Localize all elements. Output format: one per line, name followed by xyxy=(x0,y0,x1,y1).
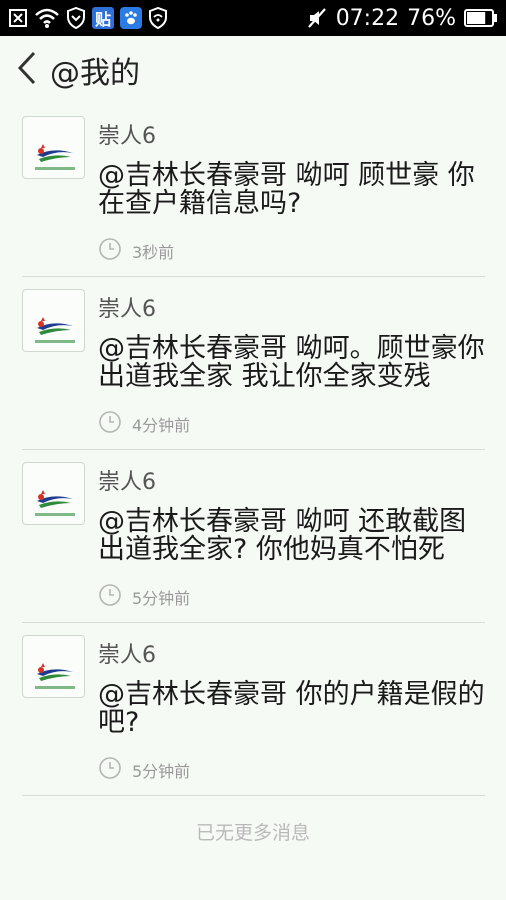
status-bar: 贴 07:22 76% xyxy=(0,0,506,36)
avatar[interactable] xyxy=(22,116,85,179)
tieba-app-icon: 贴 xyxy=(92,7,114,29)
tv-station-logo-icon xyxy=(35,663,75,689)
wifi-icon xyxy=(34,7,60,29)
message-text: @吉林长春豪哥 呦呵 还敢截图出道我全家? 你他妈真不怕死 xyxy=(98,506,467,565)
timestamp-text: 3秒前 xyxy=(132,243,175,262)
chevron-left-icon xyxy=(17,51,37,89)
message-text: @吉林长春豪哥 呦呵。顾世豪你出道我全家 我让你全家变残 xyxy=(98,333,485,392)
mute-icon xyxy=(306,7,328,29)
clock-text: 07:22 xyxy=(335,5,400,31)
title-bar: @我的 xyxy=(0,36,506,104)
mention-list: 崇人6 @吉林长春豪哥 呦呵 顾世豪 你在查户籍信息吗? 3秒前 崇人6 @吉林… xyxy=(22,104,485,796)
list-item[interactable]: 崇人6 @吉林长春豪哥 呦呵 顾世豪 你在查户籍信息吗? 3秒前 xyxy=(22,104,485,277)
clock-icon xyxy=(98,410,122,438)
back-button[interactable] xyxy=(4,36,50,104)
tv-station-logo-icon xyxy=(35,144,75,170)
timestamp-text: 5分钟前 xyxy=(132,762,191,781)
clock-icon xyxy=(98,237,122,265)
wifi-shield-icon xyxy=(148,7,168,29)
battery-percent: 76% xyxy=(407,5,456,31)
avatar[interactable] xyxy=(22,635,85,698)
message-text: @吉林长春豪哥 呦呵 顾世豪 你在查户籍信息吗? xyxy=(98,160,475,219)
username[interactable]: 崇人6 xyxy=(98,637,156,669)
timestamp-text: 5分钟前 xyxy=(132,589,191,608)
clock-icon xyxy=(98,583,122,611)
close-box-icon xyxy=(8,8,28,28)
shield-icon xyxy=(66,7,86,29)
avatar[interactable] xyxy=(22,289,85,352)
list-item[interactable]: 崇人6 @吉林长春豪哥 呦呵 还敢截图出道我全家? 你他妈真不怕死 5分钟前 xyxy=(22,450,485,623)
username[interactable]: 崇人6 xyxy=(98,464,156,496)
timestamp: 5分钟前 xyxy=(98,756,190,784)
battery-icon xyxy=(464,9,498,27)
timestamp: 4分钟前 xyxy=(98,410,190,438)
timestamp-text: 4分钟前 xyxy=(132,416,191,435)
username[interactable]: 崇人6 xyxy=(98,118,156,150)
no-more-messages: 已无更多消息 xyxy=(195,822,310,844)
baidu-paw-icon xyxy=(120,7,142,29)
avatar[interactable] xyxy=(22,462,85,525)
page-title: @我的 xyxy=(50,56,140,91)
timestamp: 3秒前 xyxy=(98,237,174,265)
timestamp: 5分钟前 xyxy=(98,583,190,611)
message-text: @吉林长春豪哥 你的户籍是假的吧? xyxy=(98,679,485,738)
tv-station-logo-icon xyxy=(35,317,75,343)
list-item[interactable]: 崇人6 @吉林长春豪哥 呦呵。顾世豪你出道我全家 我让你全家变残 4分钟前 xyxy=(22,277,485,450)
clock-icon xyxy=(98,756,122,784)
username[interactable]: 崇人6 xyxy=(98,291,156,323)
tv-station-logo-icon xyxy=(35,490,75,516)
list-item[interactable]: 崇人6 @吉林长春豪哥 你的户籍是假的吧? 5分钟前 xyxy=(22,623,485,796)
